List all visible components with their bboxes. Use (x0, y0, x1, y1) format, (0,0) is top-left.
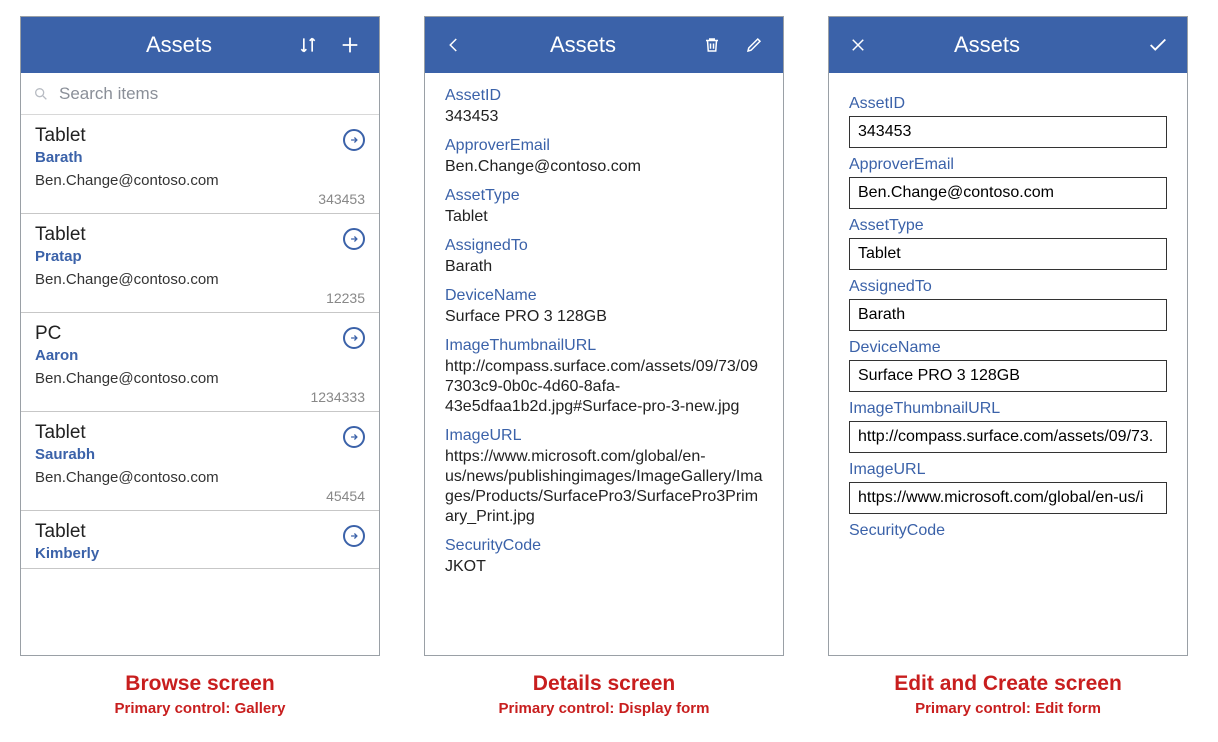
header-title: Assets (873, 32, 1101, 58)
item-email: Ben.Change@contoso.com (35, 271, 365, 288)
item-type: Tablet (35, 125, 365, 147)
item-type: PC (35, 323, 365, 345)
input-devicename[interactable] (849, 360, 1167, 392)
value-approveremail: Ben.Change@contoso.com (445, 157, 763, 177)
add-button[interactable] (335, 34, 365, 56)
open-item-button[interactable] (343, 426, 365, 448)
edit-screen: Assets AssetID ApproverEmail AssetType A… (828, 16, 1188, 656)
input-assettype[interactable] (849, 238, 1167, 270)
caption-sub: Primary control: Gallery (115, 699, 286, 719)
label-devicename: DeviceName (849, 339, 1167, 357)
label-securitycode: SecurityCode (445, 537, 763, 555)
value-securitycode: JKOT (445, 557, 763, 577)
label-imageurl: ImageURL (445, 427, 763, 445)
sort-button[interactable] (293, 35, 323, 55)
label-securitycode: SecurityCode (849, 522, 1167, 540)
value-assetid: 343453 (445, 107, 763, 127)
input-assignedto[interactable] (849, 299, 1167, 331)
search-bar[interactable] (21, 73, 379, 115)
input-imagethumbnailurl[interactable] (849, 421, 1167, 453)
item-assigned: Barath (35, 149, 365, 166)
item-email: Ben.Change@contoso.com (35, 370, 365, 387)
item-assigned: Kimberly (35, 545, 365, 562)
caption-sub: Primary control: Display form (499, 699, 710, 719)
item-id: 45454 (35, 488, 365, 504)
caption-title: Browse screen (125, 672, 274, 695)
details-caption: Details screen Primary control: Display … (499, 670, 710, 719)
open-item-button[interactable] (343, 228, 365, 250)
item-id: 343453 (35, 191, 365, 207)
browse-header: Assets (21, 17, 379, 73)
label-imagethumbnailurl: ImageThumbnailURL (849, 400, 1167, 418)
search-input[interactable] (57, 83, 367, 105)
caption-sub: Primary control: Edit form (894, 699, 1122, 719)
edit-header: Assets (829, 17, 1187, 73)
label-assettype: AssetType (445, 187, 763, 205)
list-item[interactable]: PC Aaron Ben.Change@contoso.com 1234333 (21, 313, 379, 412)
details-body: AssetID 343453 ApproverEmail Ben.Change@… (425, 73, 783, 655)
label-assignedto: AssignedTo (445, 237, 763, 255)
open-item-button[interactable] (343, 525, 365, 547)
item-email: Ben.Change@contoso.com (35, 469, 365, 486)
label-approveremail: ApproverEmail (445, 137, 763, 155)
input-imageurl[interactable] (849, 482, 1167, 514)
label-devicename: DeviceName (445, 287, 763, 305)
value-imageurl: https://www.microsoft.com/global/en-us/n… (445, 447, 763, 527)
label-imagethumbnailurl: ImageThumbnailURL (445, 337, 763, 355)
list-item[interactable]: Tablet Pratap Ben.Change@contoso.com 12235 (21, 214, 379, 313)
details-header: Assets (425, 17, 783, 73)
value-assignedto: Barath (445, 257, 763, 277)
caption-title: Details screen (533, 672, 675, 695)
caption-title: Edit and Create screen (894, 672, 1122, 695)
label-approveremail: ApproverEmail (849, 156, 1167, 174)
item-type: Tablet (35, 521, 365, 543)
search-icon (33, 86, 49, 102)
open-item-button[interactable] (343, 327, 365, 349)
details-screen: Assets AssetID 343453 ApproverEmail Ben.… (424, 16, 784, 656)
open-item-button[interactable] (343, 129, 365, 151)
input-assetid[interactable] (849, 116, 1167, 148)
value-assettype: Tablet (445, 207, 763, 227)
save-button[interactable] (1143, 34, 1173, 56)
browse-list: Tablet Barath Ben.Change@contoso.com 343453… (21, 115, 379, 655)
label-assetid: AssetID (849, 95, 1167, 113)
header-title: Assets (65, 32, 293, 58)
item-assigned: Saurabh (35, 446, 365, 463)
item-email: Ben.Change@contoso.com (35, 172, 365, 189)
edit-body: AssetID ApproverEmail AssetType Assigned… (829, 73, 1187, 655)
label-assettype: AssetType (849, 217, 1167, 235)
back-button[interactable] (439, 36, 469, 54)
label-assignedto: AssignedTo (849, 278, 1167, 296)
header-title: Assets (469, 32, 697, 58)
item-assigned: Pratap (35, 248, 365, 265)
label-assetid: AssetID (445, 87, 763, 105)
list-item[interactable]: Tablet Barath Ben.Change@contoso.com 343453 (21, 115, 379, 214)
item-id: 12235 (35, 290, 365, 306)
list-item[interactable]: Tablet Saurabh Ben.Change@contoso.com 45454 (21, 412, 379, 511)
delete-button[interactable] (697, 35, 727, 55)
browse-screen: Assets Tablet Barath Ben.Change@contoso.co… (20, 16, 380, 656)
item-type: Tablet (35, 422, 365, 444)
value-imagethumbnailurl: http://compass.surface.com/assets/09/73/… (445, 357, 763, 417)
cancel-button[interactable] (843, 36, 873, 54)
edit-caption: Edit and Create screen Primary control: … (894, 670, 1122, 719)
edit-button[interactable] (739, 36, 769, 54)
label-imageurl: ImageURL (849, 461, 1167, 479)
list-item[interactable]: Tablet Kimberly (21, 511, 379, 569)
browse-caption: Browse screen Primary control: Gallery (115, 670, 286, 719)
item-assigned: Aaron (35, 347, 365, 364)
item-id: 1234333 (35, 389, 365, 405)
input-approveremail[interactable] (849, 177, 1167, 209)
item-type: Tablet (35, 224, 365, 246)
value-devicename: Surface PRO 3 128GB (445, 307, 763, 327)
